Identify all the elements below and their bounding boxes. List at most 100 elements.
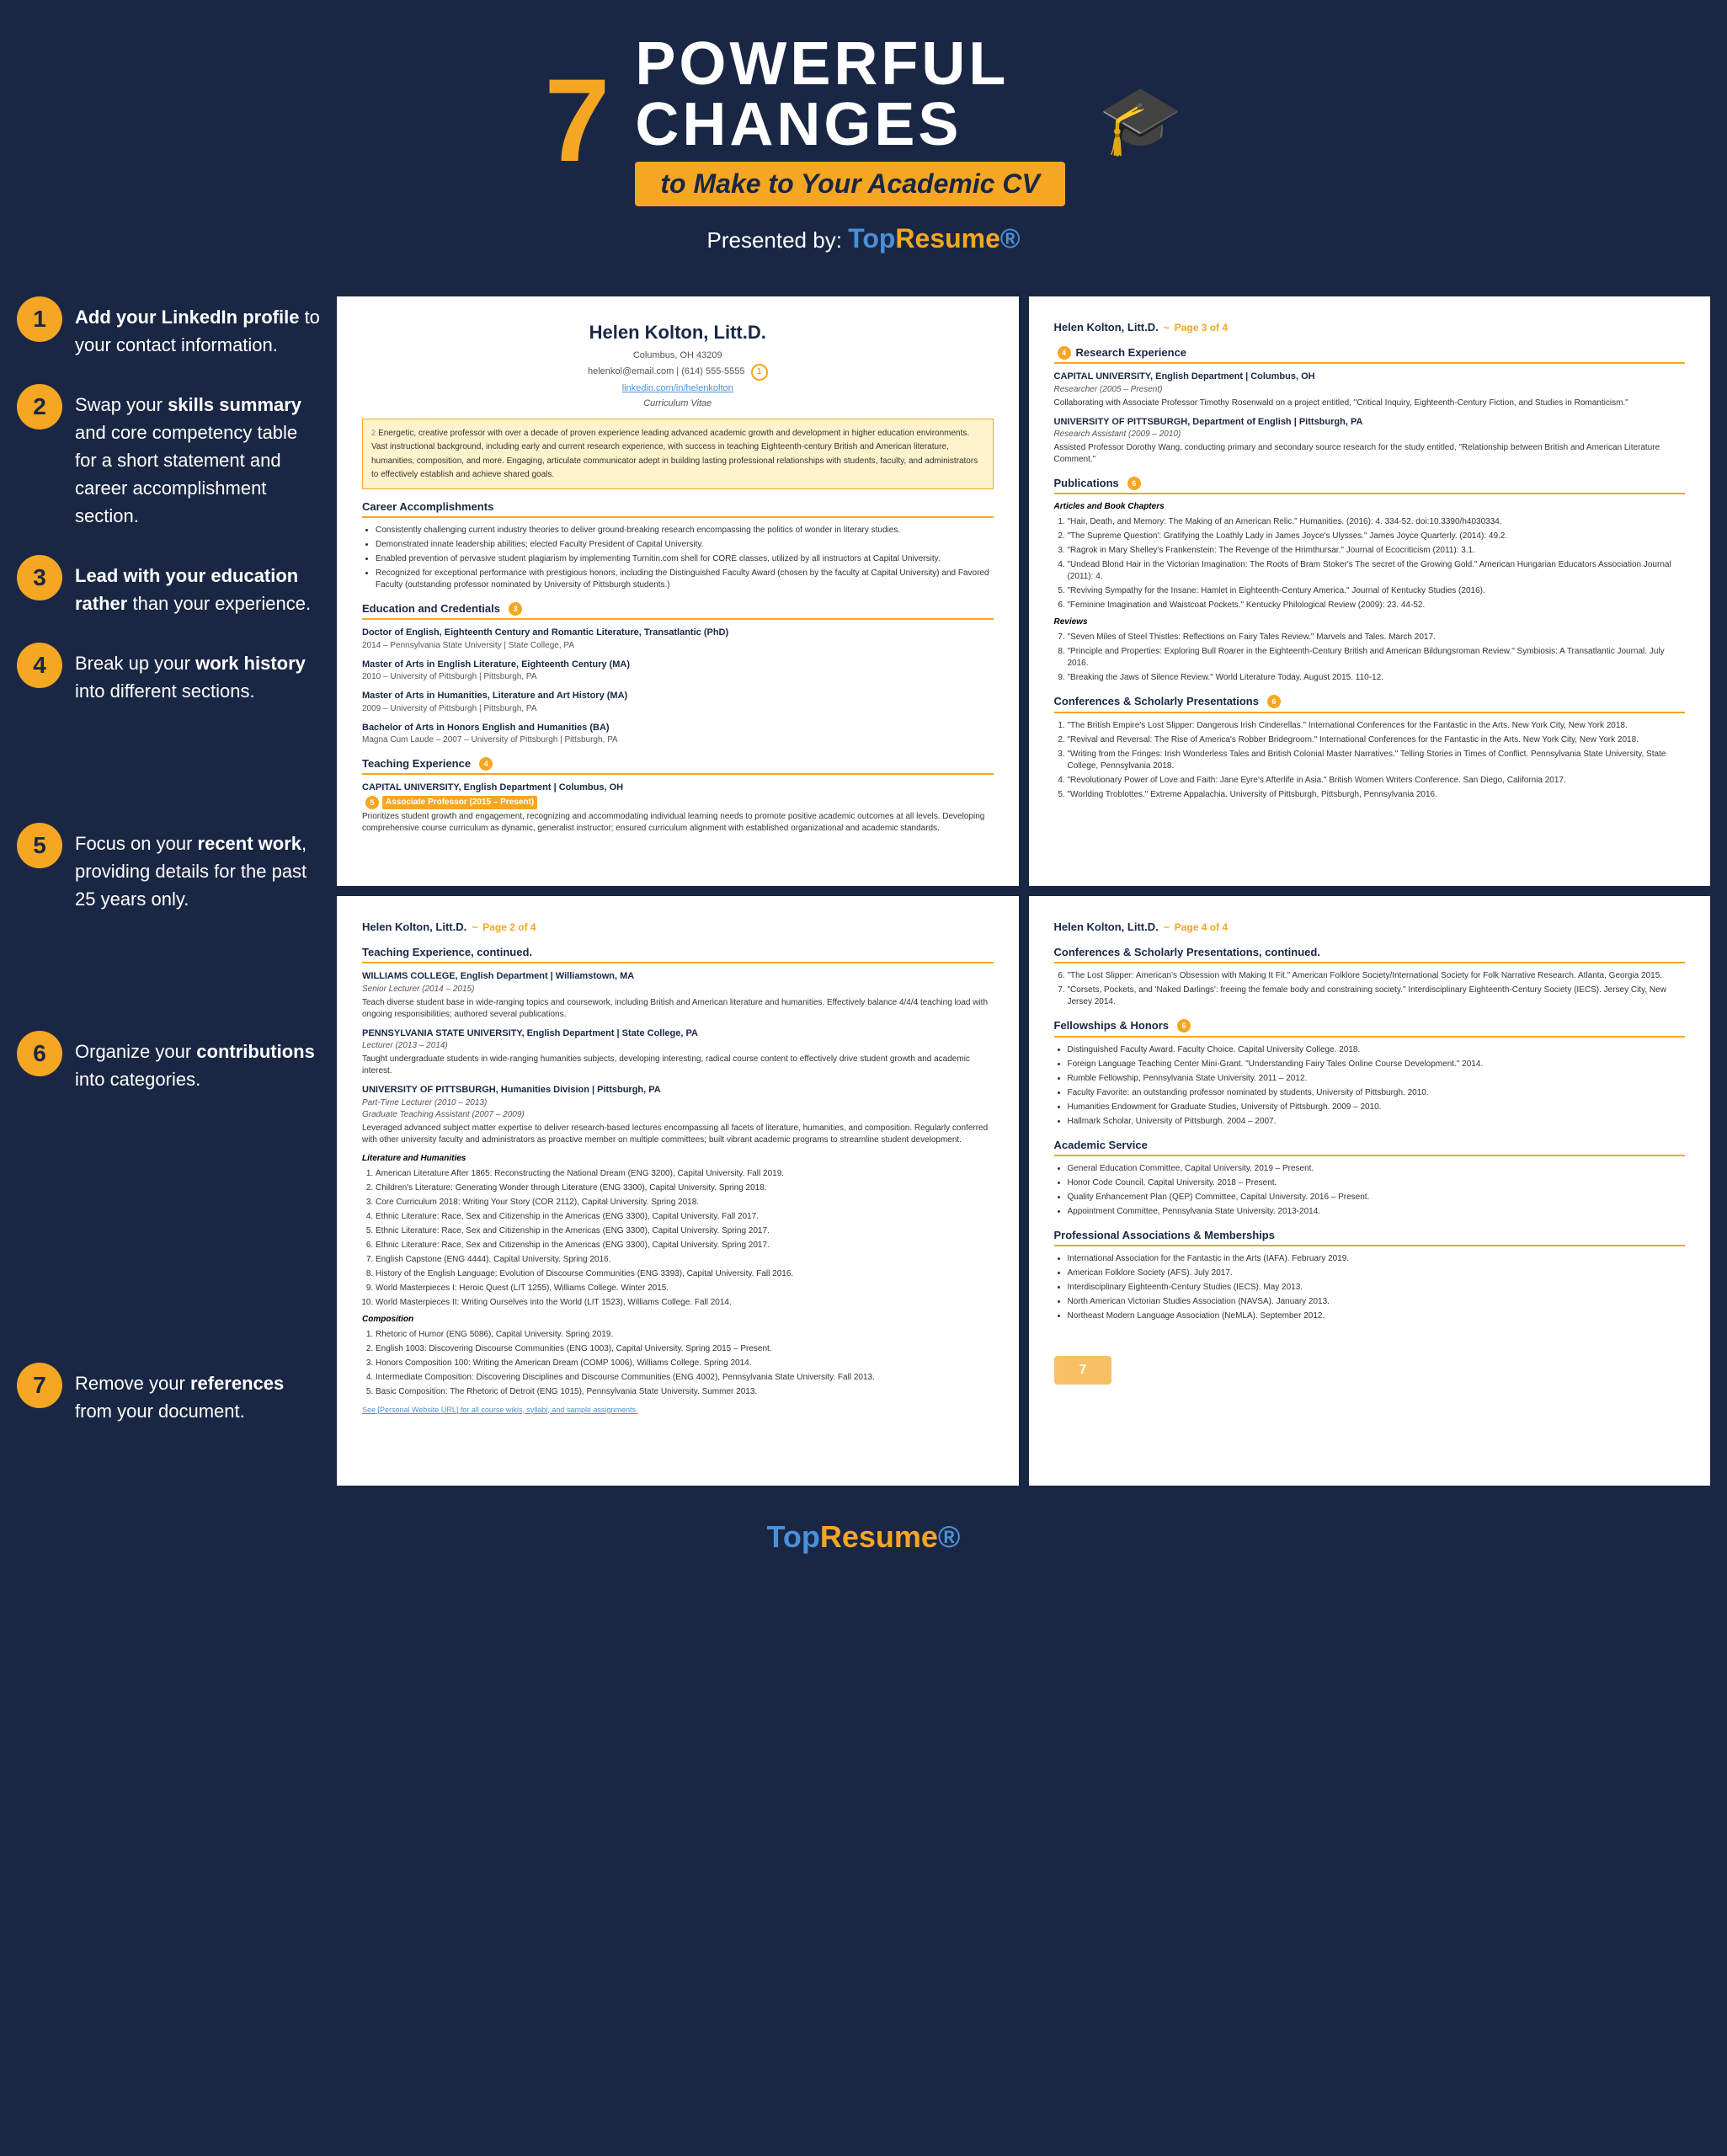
tip-4: 4 Break up your work history into differ… <box>17 643 320 705</box>
tip-7: 7 Remove your references from your docum… <box>17 1363 320 1425</box>
annotation-1: 1 <box>751 364 768 381</box>
cv-page-3: Helen Kolton, Litt.D. ~ Page 3 of 4 4 Re… <box>1029 296 1711 886</box>
cv-page4-header: Helen Kolton, Litt.D. ~ Page 4 of 4 <box>1054 920 1686 935</box>
edu-ma2: Master of Arts in Humanities, Literature… <box>362 690 994 714</box>
cv-section-fellowships: Fellowships & Honors 6 <box>1054 1018 1686 1037</box>
prof-1: International Association for the Fantas… <box>1068 1253 1686 1265</box>
header: 7 POWERFUL CHANGES to Make to Your Acade… <box>0 0 1727 280</box>
cv-page2-header: Helen Kolton, Litt.D. ~ Page 2 of 4 <box>362 920 994 935</box>
header-powerful: POWERFUL <box>635 34 1064 94</box>
website-note: See [Personal Website URL] for all cours… <box>362 1405 994 1416</box>
cv-page-2: Helen Kolton, Litt.D. ~ Page 2 of 4 Teac… <box>337 896 1019 1486</box>
tip-5-text: Focus on your recent work, providing det… <box>75 823 320 913</box>
review-1: "Seven Miles of Steel Thistles: Reflecti… <box>1068 632 1686 643</box>
article-2: "The Supreme Question': Gratifying the L… <box>1068 531 1686 542</box>
conf-1: "The British Empire's Lost Slipper: Dang… <box>1068 720 1686 732</box>
references-highlight: 7 <box>1054 1356 1112 1385</box>
tip-1: 1 Add your LinkedIn profile to your cont… <box>17 296 320 359</box>
cv-career-list: Consistently challenging current industr… <box>362 525 994 591</box>
conferences-list: "The British Empire's Lost Slipper: Dang… <box>1054 720 1686 801</box>
footer: TopResume® <box>0 1502 1727 1572</box>
tip-6-number: 6 <box>17 1031 62 1076</box>
professional-list: International Association for the Fantas… <box>1054 1253 1686 1322</box>
cv-section-academic: Academic Service <box>1054 1138 1686 1156</box>
prof-2: American Folklore Society (AFS). July 20… <box>1068 1267 1686 1279</box>
lh-7: English Capstone (ENG 4444), Capital Uni… <box>376 1254 994 1266</box>
edu-phd: Doctor of English, Eighteenth Century an… <box>362 627 994 651</box>
tip-2: 2 Swap your skills summary and core comp… <box>17 384 320 530</box>
teaching-pennstate: PENNSYLVANIA STATE UNIVERSITY, English D… <box>362 1027 994 1077</box>
reviews-header: Reviews <box>1054 616 1686 628</box>
academic-4: Appointment Committee, Pennsylvania Stat… <box>1068 1206 1686 1218</box>
cv-section-teaching-cont: Teaching Experience, continued. <box>362 945 994 963</box>
header-text-block: POWERFUL CHANGES to Make to Your Academi… <box>635 34 1064 206</box>
lh-5: Ethnic Literature: Race, Sex and Citizen… <box>376 1225 994 1237</box>
cv-page1-contact: helenkol@email.com | (614) 555-5555 1 <box>362 364 994 381</box>
tip-4-number: 4 <box>17 643 62 688</box>
academic-list: General Education Committee, Capital Uni… <box>1054 1163 1686 1218</box>
references-note-area: 7 <box>1054 1356 1686 1385</box>
research-pitt: UNIVERSITY OF PITTSBURGH, Department of … <box>1054 416 1686 466</box>
header-subtitle-bar: to Make to Your Academic CV <box>635 162 1064 206</box>
tip-5-number: 5 <box>17 823 62 868</box>
article-6: "Feminine Imagination and Waistcoat Pock… <box>1068 600 1686 611</box>
teaching-badge: 4 <box>479 757 493 771</box>
tip-6-text: Organize your contributions into categor… <box>75 1031 320 1093</box>
comp-3: Honors Composition 100: Writing the Amer… <box>376 1358 994 1369</box>
cv-pages: Helen Kolton, Litt.D. Columbus, OH 43209… <box>337 296 1710 1486</box>
tip-5: 5 Focus on your recent work, providing d… <box>17 823 320 913</box>
fellowships-list: Distinguished Faculty Award. Faculty Cho… <box>1054 1044 1686 1128</box>
lit-hum-list: American Literature After 1865: Reconstr… <box>362 1168 994 1309</box>
cv-page3-number: ~ <box>1164 321 1170 335</box>
conf-5: "Worlding Troblottes." Extreme Appalachi… <box>1068 789 1686 801</box>
teaching-pitt: UNIVERSITY OF PITTSBURGH, Humanities Div… <box>362 1084 994 1145</box>
conf-6: "The Lost Slipper: American's Obsession … <box>1068 970 1686 982</box>
header-subtitle-text: to Make to Your Academic CV <box>660 168 1039 199</box>
cv-section-research: 4 Research Experience <box>1054 345 1686 364</box>
fellow-5: Humanities Endowment for Graduate Studie… <box>1068 1102 1686 1113</box>
conf-3: "Writing from the Fringes: Irish Wonderl… <box>1068 749 1686 772</box>
lh-8: History of the English Language: Evoluti… <box>376 1268 994 1280</box>
header-number: 7 <box>545 61 610 179</box>
tip-4-text: Break up your work history into differen… <box>75 643 320 705</box>
conf-7: "Corsets, Pockets, and 'Naked Darlings':… <box>1068 985 1686 1008</box>
teaching-williams: WILLIAMS COLLEGE, English Department | W… <box>362 970 994 1020</box>
cv-section-career: Career Accomplishments <box>362 499 994 518</box>
article-3: "Ragrok in Mary Shelley's Frankenstein: … <box>1068 545 1686 557</box>
cv-page1-name: Helen Kolton, Litt.D. <box>362 320 994 346</box>
topresume-logo: TopResume® <box>848 223 1020 253</box>
edu-ba: Bachelor of Arts in Honors English and H… <box>362 722 994 746</box>
conf-2: "Revival and Reversal: The Rise of Ameri… <box>1068 734 1686 746</box>
comp-5: Basic Composition: The Rhetoric of Detro… <box>376 1386 994 1398</box>
career-item-3: Enabled prevention of pervasive student … <box>376 553 994 565</box>
cv-page2-number: ~ <box>472 921 477 935</box>
tips-sidebar: 1 Add your LinkedIn profile to your cont… <box>17 296 337 1486</box>
prof-3: Interdisciplinary Eighteenth-Century Stu… <box>1068 1282 1686 1294</box>
article-4: "Undead Blond Hair in the Victorian Imag… <box>1068 559 1686 583</box>
tip-3-text: Lead with your education rather than you… <box>75 555 320 617</box>
academic-1: General Education Committee, Capital Uni… <box>1068 1163 1686 1175</box>
cv-page1-linkedin: linkedin.com/in/helenkolton <box>362 382 994 395</box>
graduation-cap-icon: 🎓 <box>1099 81 1183 160</box>
review-3: "Breaking the Jaws of Silence Review." W… <box>1068 672 1686 684</box>
cv-section-conferences: Conferences & Scholarly Presentations 6 <box>1054 694 1686 712</box>
lit-hum-header: Literature and Humanities <box>362 1153 994 1165</box>
lh-2: Children's Literature: Generating Wonder… <box>376 1182 994 1194</box>
references-number: 7 <box>1079 1363 1087 1377</box>
lh-4: Ethnic Literature: Race, Sex and Citizen… <box>376 1211 994 1223</box>
tip-3-number: 3 <box>17 555 62 600</box>
career-item-4: Recognized for exceptional performance w… <box>376 568 994 591</box>
conferences-cont-list: "The Lost Slipper: American's Obsession … <box>1054 970 1686 1008</box>
tip-1-number: 1 <box>17 296 62 342</box>
prof-4: North American Victorian Studies Associa… <box>1068 1296 1686 1308</box>
education-badge: 3 <box>509 602 522 616</box>
cv-section-conferences-cont: Conferences & Scholarly Presentations, c… <box>1054 945 1686 963</box>
fellowships-badge: 6 <box>1177 1019 1191 1033</box>
cv-page1-summary: 2 Energetic, creative professor with ove… <box>362 419 994 489</box>
cv-section-publications: Publications 6 <box>1054 476 1686 494</box>
comp-4: Intermediate Composition: Discovering Di… <box>376 1372 994 1384</box>
edu-ma1: Master of Arts in English Literature, Ei… <box>362 659 994 683</box>
article-5: "Reviving Sympathy for the Insane: Hamle… <box>1068 585 1686 597</box>
tip-1-text: Add your LinkedIn profile to your contac… <box>75 296 320 359</box>
teaching-role1: Associate Professor (2015 – Present) <box>382 796 537 809</box>
